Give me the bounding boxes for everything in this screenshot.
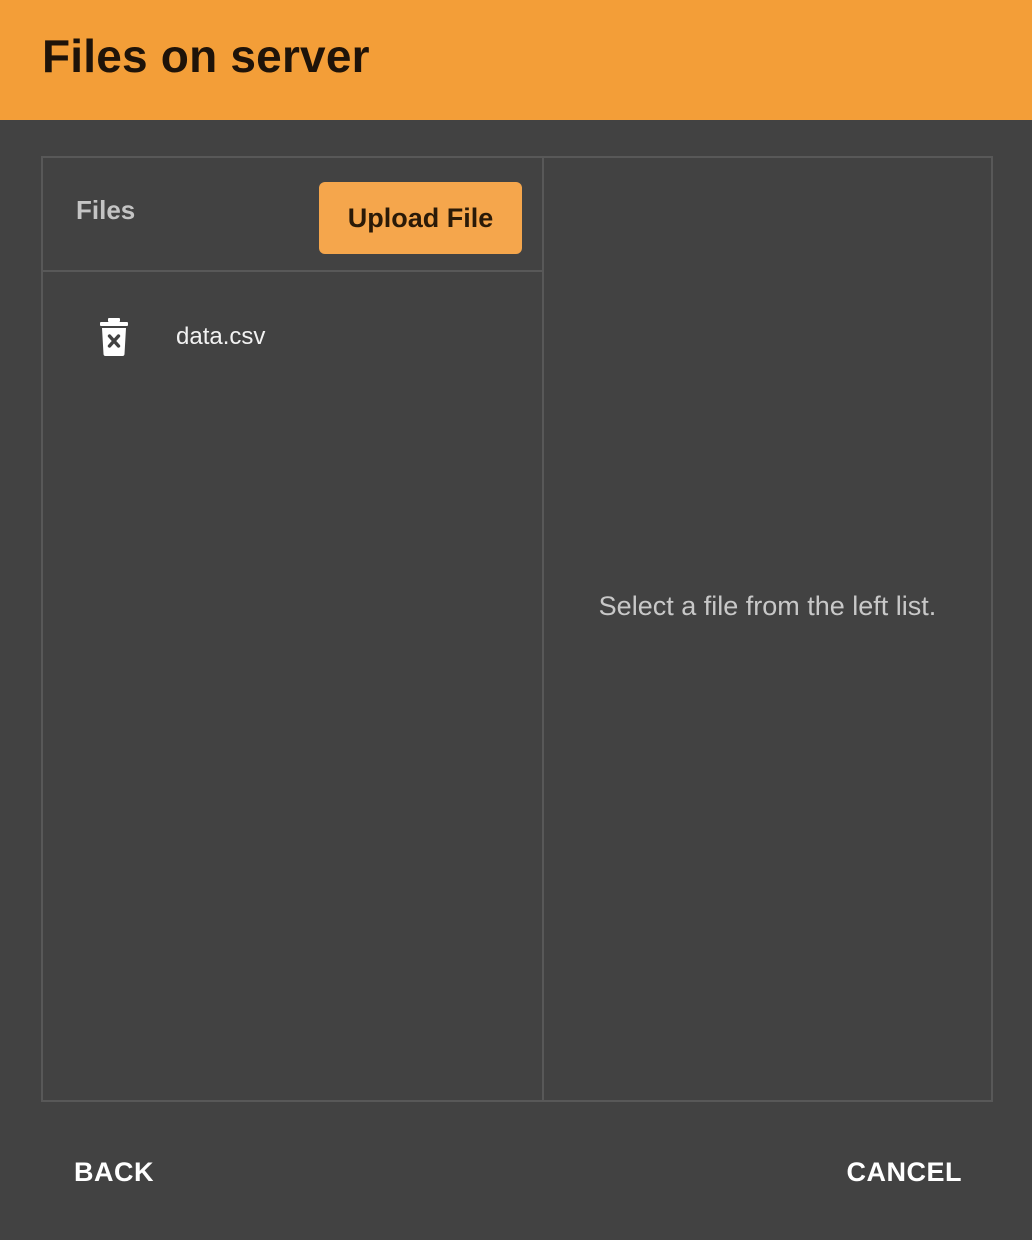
files-label: Files (76, 195, 136, 225)
dialog-header: Files on server (0, 0, 1032, 120)
trash-x-icon (100, 318, 128, 356)
file-browser-panel: Files Upload File data.csv Select a file… (41, 156, 993, 1102)
file-list: data.csv (43, 272, 542, 376)
file-list-item[interactable]: data.csv (43, 272, 542, 376)
files-dialog: Files on server Files Upload File data.c… (0, 0, 1032, 1240)
upload-file-button[interactable]: Upload File (319, 182, 522, 254)
dialog-title: Files on server (42, 30, 370, 82)
delete-icon[interactable] (99, 318, 129, 356)
cancel-button[interactable]: CANCEL (841, 1148, 969, 1196)
preview-pane: Select a file from the left list. (544, 158, 991, 1100)
files-pane-header: Files Upload File (43, 158, 542, 272)
file-name[interactable]: data.csv (176, 322, 265, 352)
files-pane: Files Upload File data.csv (43, 158, 544, 1100)
empty-preview-message: Select a file from the left list. (598, 591, 937, 621)
back-button[interactable]: BACK (68, 1148, 160, 1196)
